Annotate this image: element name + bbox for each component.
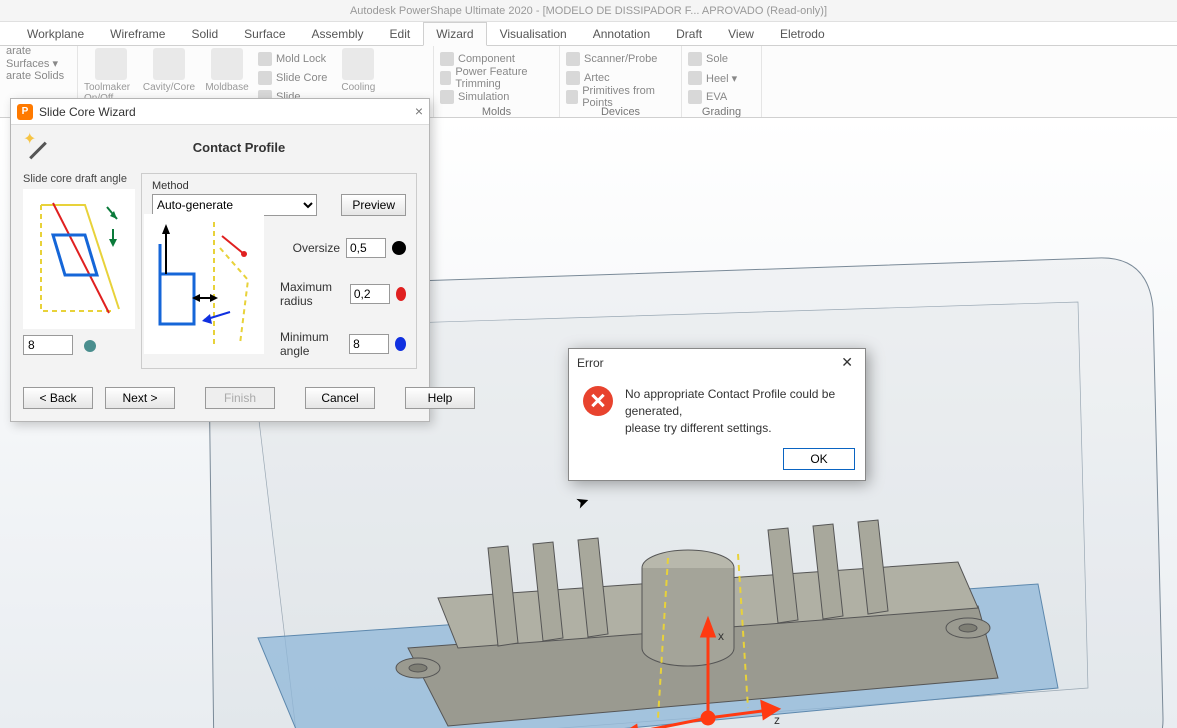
- cancel-button[interactable]: Cancel: [305, 387, 375, 409]
- sole-icon: [688, 52, 702, 66]
- maxradius-label: Maximum radius: [280, 280, 344, 308]
- help-button[interactable]: Help: [405, 387, 475, 409]
- maxradius-input[interactable]: [350, 284, 390, 304]
- tab-surface[interactable]: Surface: [231, 22, 298, 45]
- scanner-button[interactable]: Scanner/Probe: [566, 50, 675, 68]
- tab-assembly[interactable]: Assembly: [299, 22, 377, 45]
- cavitycore-button[interactable]: Cavity/Core: [142, 48, 196, 93]
- error-close-button[interactable]: ✕: [837, 354, 857, 371]
- wizard-window-title: Slide Core Wizard: [39, 105, 136, 119]
- maxradius-color-dot: [396, 287, 406, 301]
- toolmaker-button[interactable]: Toolmaker On/Off: [84, 48, 138, 104]
- component-icon: [440, 52, 454, 66]
- eva-button[interactable]: EVA: [688, 88, 755, 106]
- profile-diagram: [144, 214, 264, 354]
- oversize-color-dot: [392, 241, 406, 255]
- heel-button[interactable]: Heel ▾: [688, 69, 755, 87]
- back-button[interactable]: < Back: [23, 387, 93, 409]
- tab-view[interactable]: View: [715, 22, 767, 45]
- tab-workplane[interactable]: Workplane: [14, 22, 97, 45]
- draft-angle-color-dot: [84, 340, 96, 352]
- error-ok-button[interactable]: OK: [783, 448, 855, 470]
- simulation-icon: [440, 90, 454, 104]
- tab-draft[interactable]: Draft: [663, 22, 715, 45]
- ribbon-tabbar: Workplane Wireframe Solid Surface Assemb…: [0, 22, 1177, 46]
- moldlock-button[interactable]: Mold Lock: [258, 50, 327, 68]
- draft-angle-label: Slide core draft angle: [23, 173, 135, 185]
- method-label: Method: [152, 180, 406, 192]
- pft-button[interactable]: Power Feature Trimming: [440, 69, 553, 87]
- slidecore-icon: [258, 71, 272, 85]
- powershape-app-icon: P: [17, 104, 33, 120]
- wizard-wand-icon: [25, 133, 53, 161]
- moldlock-icon: [258, 52, 272, 66]
- error-title-text: Error: [577, 356, 604, 370]
- primitives-icon: [566, 90, 578, 104]
- wizard-titlebar[interactable]: P Slide Core Wizard ×: [11, 99, 429, 125]
- scanner-icon: [566, 52, 580, 66]
- tab-annotation[interactable]: Annotation: [580, 22, 663, 45]
- oversize-label: Oversize: [293, 241, 340, 255]
- separate-surfaces-button[interactable]: arate Surfaces ▾: [6, 48, 71, 66]
- moldbase-icon: [211, 48, 243, 80]
- slidecore-button[interactable]: Slide Core: [258, 69, 327, 87]
- finish-button: Finish: [205, 387, 275, 409]
- eva-icon: [688, 90, 702, 104]
- error-message: No appropriate Contact Profile could be …: [625, 386, 851, 436]
- axis-z-label: z: [774, 713, 780, 727]
- tab-edit[interactable]: Edit: [377, 22, 424, 45]
- next-button[interactable]: Next >: [105, 387, 175, 409]
- minangle-input[interactable]: [349, 334, 389, 354]
- error-dialog: Error ✕ No appropriate Contact Profile c…: [568, 348, 866, 481]
- error-icon: [583, 386, 613, 416]
- heel-icon: [688, 71, 702, 85]
- minangle-label: Minimum angle: [280, 330, 343, 358]
- minangle-color-dot: [395, 337, 406, 351]
- draft-angle-input[interactable]: [23, 335, 73, 355]
- pft-icon: [440, 71, 451, 85]
- wizard-close-button[interactable]: ×: [415, 103, 423, 119]
- primitives-button[interactable]: Primitives from Points: [566, 88, 675, 106]
- app-titlebar: Autodesk PowerShape Ultimate 2020 - [MOD…: [0, 0, 1177, 22]
- slide-core-wizard-dialog: P Slide Core Wizard × Contact Profile Sl…: [10, 98, 430, 422]
- separate-solids-button[interactable]: arate Solids: [6, 67, 71, 85]
- tab-visualisation[interactable]: Visualisation: [487, 22, 580, 45]
- cavitycore-icon: [153, 48, 185, 80]
- artec-icon: [566, 71, 580, 85]
- axis-x-label: x: [718, 629, 724, 643]
- tab-wizard[interactable]: Wizard: [423, 22, 486, 46]
- oversize-input[interactable]: [346, 238, 386, 258]
- draft-angle-diagram: [23, 189, 135, 329]
- toolmaker-icon: [95, 48, 127, 80]
- tab-eletrodo[interactable]: Eletrodo: [767, 22, 838, 45]
- cooling-icon: [342, 48, 374, 80]
- simulation-button[interactable]: Simulation: [440, 88, 553, 106]
- preview-button[interactable]: Preview: [341, 194, 406, 216]
- method-select[interactable]: Auto-generate: [152, 194, 317, 216]
- sole-button[interactable]: Sole: [688, 50, 755, 68]
- tab-solid[interactable]: Solid: [178, 22, 231, 45]
- wizard-page-title: Contact Profile: [63, 140, 415, 155]
- moldbase-button[interactable]: Moldbase: [200, 48, 254, 93]
- cooling-button[interactable]: Cooling: [331, 48, 385, 93]
- tab-wireframe[interactable]: Wireframe: [97, 22, 178, 45]
